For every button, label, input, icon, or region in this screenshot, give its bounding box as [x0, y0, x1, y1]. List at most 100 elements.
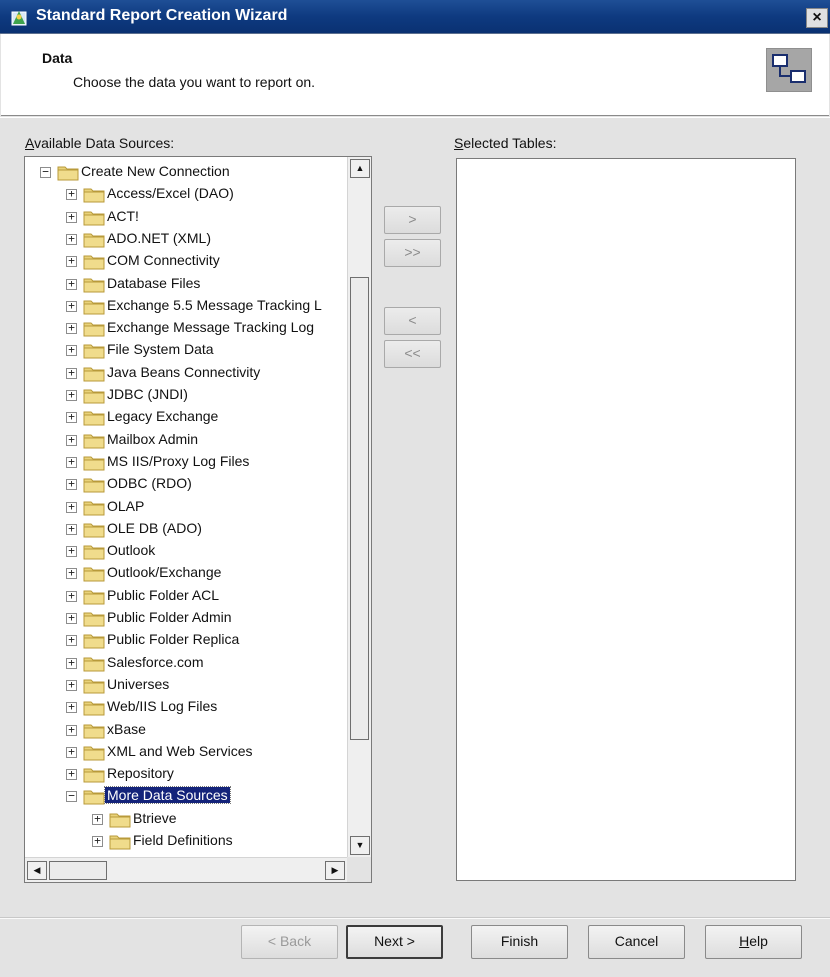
folder-icon: [83, 766, 105, 783]
tree-node-label: Universes: [107, 675, 170, 692]
tree-node-label: OLAP: [107, 497, 145, 514]
tree-node-label: ACT!: [107, 207, 139, 224]
folder-icon: [109, 811, 131, 828]
tree-node-label: Web/IIS Log Files: [107, 698, 218, 715]
expand-icon[interactable]: +: [66, 233, 77, 245]
scrollbar-corner: [347, 857, 371, 882]
horizontal-scroll-thumb[interactable]: [49, 861, 107, 880]
expand-icon[interactable]: +: [66, 612, 77, 624]
expand-icon[interactable]: +: [66, 389, 77, 401]
expand-icon[interactable]: +: [66, 746, 77, 758]
expand-icon[interactable]: +: [66, 701, 77, 714]
scroll-down-button[interactable]: ▼: [350, 836, 370, 855]
scroll-up-button[interactable]: ▲: [350, 159, 370, 178]
vertical-scroll-thumb[interactable]: [350, 277, 369, 740]
folder-icon: [83, 610, 105, 627]
expand-icon[interactable]: +: [66, 724, 77, 736]
folder-icon: [83, 365, 105, 382]
folder-icon: [83, 588, 105, 605]
folder-icon: [83, 186, 105, 203]
folder-icon: [83, 699, 105, 716]
remove-table-button[interactable]: <: [384, 307, 441, 335]
finish-button[interactable]: Finish: [471, 925, 568, 959]
expand-icon[interactable]: +: [66, 590, 77, 602]
expand-icon[interactable]: +: [66, 501, 77, 513]
tree-node-label: Database Files: [107, 274, 201, 291]
expand-icon[interactable]: +: [92, 813, 103, 825]
tree-node-label: Legacy Exchange: [107, 408, 219, 425]
close-button[interactable]: ×: [806, 8, 828, 28]
expand-icon[interactable]: +: [66, 567, 77, 580]
expand-icon[interactable]: +: [92, 835, 103, 847]
expand-icon[interactable]: +: [66, 456, 77, 468]
tree-node-label: COM Connectivity: [107, 252, 220, 269]
next-button[interactable]: Next >: [346, 925, 443, 959]
page-title: Data: [42, 50, 73, 66]
folder-icon: [83, 543, 105, 560]
folder-icon: [57, 164, 79, 181]
folder-icon: [83, 632, 105, 649]
tree-node-label: Java Beans Connectivity: [107, 363, 261, 380]
folder-icon: [83, 209, 105, 226]
folder-icon: [83, 655, 105, 672]
expand-icon[interactable]: +: [66, 411, 77, 424]
expand-icon[interactable]: +: [66, 657, 77, 669]
tree-node-label: Exchange Message Tracking Log: [107, 319, 315, 336]
folder-icon: [83, 722, 105, 739]
cancel-button[interactable]: Cancel: [588, 925, 685, 959]
tree-viewport: − Create New Connection + Access/Excel (DAO…: [25, 157, 347, 857]
expand-icon[interactable]: +: [66, 768, 77, 781]
add-all-tables-button[interactable]: >>: [384, 239, 441, 267]
folder-icon: [83, 744, 105, 761]
expand-icon[interactable]: +: [66, 344, 77, 357]
expand-icon[interactable]: +: [66, 278, 77, 290]
expand-icon[interactable]: +: [66, 188, 77, 201]
tree-node-label: File System Data: [107, 341, 214, 358]
selected-tables-label: Selected Tables:: [454, 135, 557, 151]
expand-icon[interactable]: +: [66, 679, 77, 691]
expand-icon[interactable]: +: [66, 434, 77, 446]
collapse-icon[interactable]: −: [40, 166, 51, 178]
expand-icon[interactable]: +: [66, 634, 77, 647]
folder-icon: [83, 320, 105, 337]
tree-node-label: Mailbox Admin: [107, 430, 199, 447]
expand-icon[interactable]: +: [66, 523, 77, 535]
title-bar: Standard Report Creation Wizard ×: [0, 0, 830, 34]
folder-icon: [83, 387, 105, 404]
remove-all-tables-button[interactable]: <<: [384, 340, 441, 368]
add-table-button[interactable]: >: [384, 206, 441, 234]
folder-icon: [83, 298, 105, 315]
tree-node-label: Create New Connection: [81, 163, 230, 179]
folder-icon: [83, 476, 105, 493]
tree-node-label: xBase: [107, 720, 146, 737]
tree-node-label: Public Folder Admin: [107, 609, 232, 625]
collapse-icon[interactable]: −: [66, 790, 77, 803]
folder-icon: [83, 253, 105, 270]
expand-icon[interactable]: +: [66, 322, 77, 335]
selected-tables-list[interactable]: [456, 158, 796, 881]
expand-icon[interactable]: +: [66, 367, 77, 379]
expand-icon[interactable]: +: [66, 211, 77, 223]
wizard-app-icon: [11, 11, 27, 26]
link-tables-icon: [766, 48, 812, 92]
tree-vertical-scrollbar[interactable]: ▲ ▼: [347, 157, 371, 857]
scroll-left-button[interactable]: ◀: [27, 861, 47, 880]
scroll-right-button[interactable]: ▶: [325, 861, 345, 880]
back-button[interactable]: < Back: [241, 925, 338, 959]
expand-icon[interactable]: +: [66, 545, 77, 558]
expand-icon[interactable]: +: [66, 255, 77, 268]
tree-node-label: Field Definitions: [133, 832, 233, 848]
folder-icon: [83, 342, 105, 359]
help-button[interactable]: Help: [705, 925, 802, 959]
expand-icon[interactable]: +: [66, 300, 77, 312]
expand-icon[interactable]: +: [66, 478, 77, 491]
page-subtitle: Choose the data you want to report on.: [73, 74, 316, 90]
tree-node-label: MS IIS/Proxy Log Files: [107, 452, 250, 469]
tree-horizontal-scrollbar[interactable]: ◀ ▶: [25, 857, 347, 882]
tree-node-label: Public Folder Replica: [107, 631, 240, 648]
tree-node-label: More Data Sources: [104, 786, 231, 805]
available-data-sources-tree[interactable]: − Create New Connection + Access/Excel (DAO…: [24, 156, 372, 883]
tree-node-label: Access/Excel (DAO): [107, 185, 234, 202]
tree-node-label: Outlook/Exchange: [107, 564, 222, 581]
folder-icon: [83, 521, 105, 538]
